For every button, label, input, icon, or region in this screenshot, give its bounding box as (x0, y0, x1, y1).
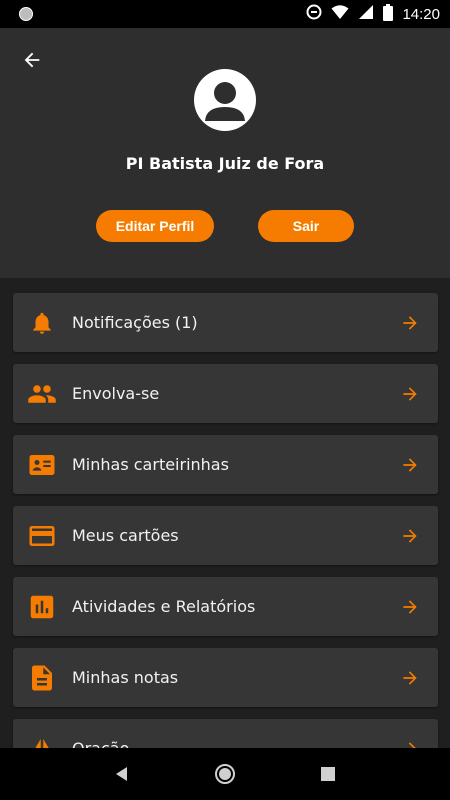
arrow-forward-icon (398, 737, 422, 748)
menu-item-notifications[interactable]: Notificações (1) (13, 293, 438, 352)
menu-item-notas[interactable]: Minhas notas (13, 648, 438, 707)
arrow-forward-icon (398, 311, 422, 335)
menu-item-cartoes[interactable]: Meus cartões (13, 506, 438, 565)
back-button[interactable] (18, 46, 46, 74)
menu-item-carteirinhas[interactable]: Minhas carteirinhas (13, 435, 438, 494)
menu-item-label: Atividades e Relatórios (72, 597, 256, 616)
wifi-icon (331, 4, 349, 24)
arrow-back-icon (24, 52, 40, 68)
edit-profile-button[interactable]: Editar Perfil (96, 210, 214, 242)
profile-name: PI Batista Juiz de Fora (125, 154, 325, 173)
id-card-icon (27, 450, 57, 480)
status-time: 14:20 (402, 5, 440, 23)
home-circle-icon (214, 764, 235, 784)
people-icon (27, 379, 57, 409)
recents-square-icon (321, 767, 336, 781)
avatar[interactable] (194, 69, 256, 131)
praying-hands-icon (27, 734, 57, 748)
battery-icon (383, 3, 394, 25)
menu-item-label: Minhas carteirinhas (72, 455, 229, 474)
signal-icon (358, 4, 374, 24)
system-nav-bar (0, 748, 450, 800)
menu-item-label: Minhas notas (72, 668, 179, 687)
menu-item-atividades[interactable]: Atividades e Relatórios (13, 577, 438, 636)
bell-icon (27, 308, 57, 338)
credit-card-icon (27, 521, 57, 551)
arrow-forward-icon (398, 453, 422, 477)
notification-circle-icon (18, 5, 36, 23)
data-saver-icon (306, 4, 322, 24)
logout-button[interactable]: Sair (258, 210, 354, 242)
arrow-forward-icon (398, 666, 422, 690)
nav-recents-button[interactable] (308, 754, 348, 794)
menu-item-envolva-se[interactable]: Envolva-se (13, 364, 438, 423)
arrow-forward-icon (398, 595, 422, 619)
menu-list: Notificações (1) Envolva-se Minhas carte… (13, 293, 438, 748)
arrow-forward-icon (398, 524, 422, 548)
nav-back-button[interactable] (102, 754, 142, 794)
menu-item-label: Notificações (1) (72, 313, 198, 332)
menu-item-label: Envolva-se (72, 384, 160, 403)
nav-home-button[interactable] (205, 754, 245, 794)
menu-area: Notificações (1) Envolva-se Minhas carte… (0, 278, 450, 748)
profile-header: PI Batista Juiz de Fora Editar Perfil Sa… (0, 28, 450, 278)
arrow-forward-icon (398, 382, 422, 406)
menu-item-label: Meus cartões (72, 526, 179, 545)
status-bar: 14:20 (0, 0, 450, 28)
person-icon (205, 82, 245, 121)
back-triangle-icon (115, 767, 127, 781)
document-icon (27, 663, 57, 693)
menu-item-label: Oração (72, 739, 398, 748)
bar-chart-icon (27, 592, 57, 622)
menu-item-oracao[interactable]: Oração (13, 719, 438, 748)
